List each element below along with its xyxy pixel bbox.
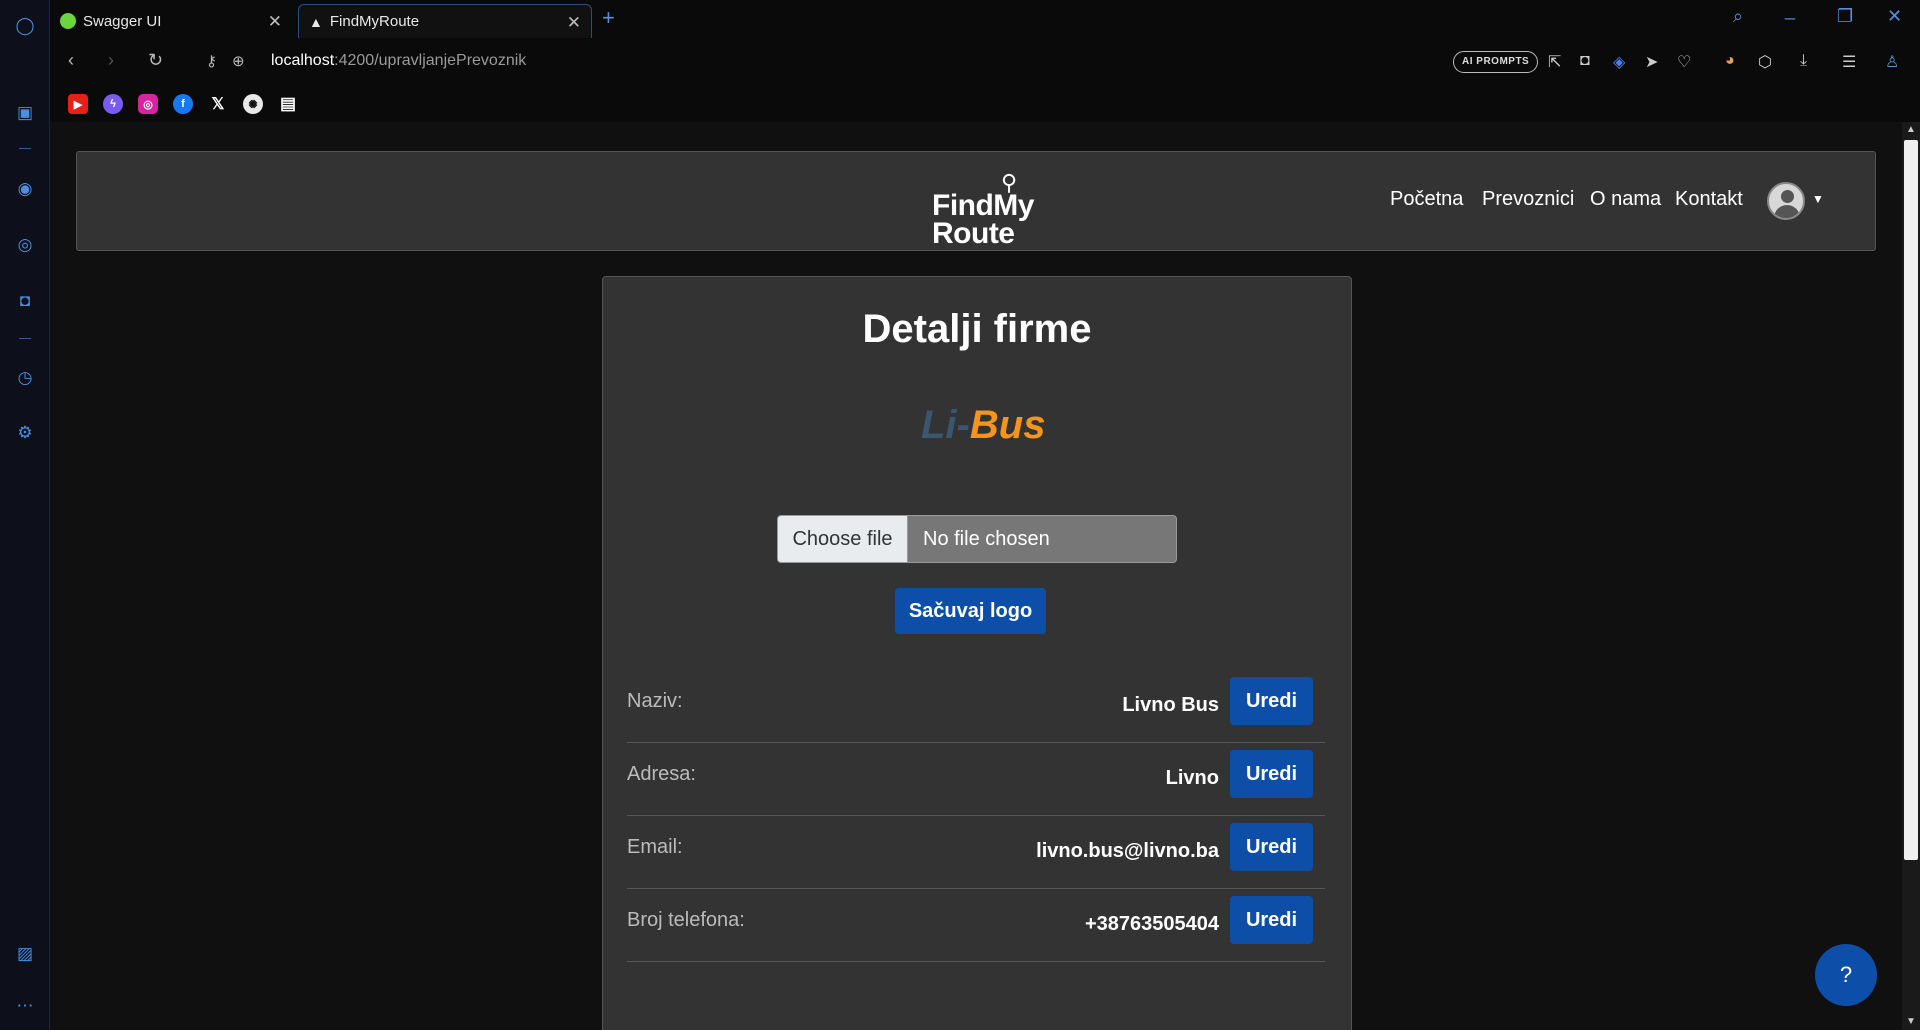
more-options-icon[interactable]: ⋯ <box>13 994 37 1018</box>
gallery-icon[interactable]: ▨ <box>13 942 37 966</box>
opera-logo-icon[interactable]: ◯ <box>13 14 37 38</box>
scroll-down-arrow-icon[interactable]: ▼ <box>1906 1016 1916 1027</box>
nav-link-kontakt[interactable]: Kontakt <box>1675 188 1743 211</box>
profile-avatar-icon[interactable]: ◕ <box>1725 52 1735 70</box>
page-scrollbar[interactable]: ▲ ▼ <box>1902 122 1920 1030</box>
dropdown-caret-icon[interactable]: ▼ <box>1812 192 1824 206</box>
save-logo-button[interactable]: Sačuvaj logo <box>895 588 1046 634</box>
site-info-key-icon[interactable]: ⚷ <box>206 52 217 70</box>
chatgpt-bookmark-icon[interactable]: ✺ <box>243 94 263 114</box>
field-row-naziv: Naziv: Livno Bus Uredi <box>627 670 1325 743</box>
scroll-up-arrow-icon[interactable]: ▲ <box>1906 124 1916 135</box>
address-bar: ‹ › ↻ ⚷ ⊕ localhost:4200/upravljanjePrev… <box>50 38 1920 86</box>
tab-title: FindMyRoute <box>329 13 420 30</box>
edit-telefon-button[interactable]: Uredi <box>1230 896 1313 944</box>
swagger-favicon-icon <box>60 13 76 29</box>
tab-title: Swagger UI <box>83 12 162 30</box>
reload-icon[interactable]: ↻ <box>148 50 163 71</box>
field-label: Naziv: <box>627 690 683 712</box>
forward-arrow-icon[interactable]: › <box>108 50 114 71</box>
url-field[interactable]: localhost:4200/upravljanjePrevoznik <box>271 52 526 70</box>
whatsapp-icon[interactable]: ◎ <box>13 233 37 257</box>
edit-naziv-button[interactable]: Uredi <box>1230 677 1313 725</box>
send-icon[interactable]: ➤ <box>1645 52 1658 72</box>
youtube-bookmark-icon[interactable]: ▶ <box>68 94 88 114</box>
scrollbar-thumb[interactable] <box>1904 140 1918 860</box>
easy-setup-icon[interactable]: ☰ <box>1842 52 1856 72</box>
close-tab-icon[interactable]: ✕ <box>567 13 581 33</box>
field-label: Broj telefona: <box>627 909 745 931</box>
settings-gear-icon[interactable]: ⚙ <box>13 421 37 445</box>
page-content: ⚲ FindMy Route Početna Prevoznici O nama… <box>50 122 1902 1030</box>
company-details-card: Detalji firme Li-Bus Choose file No file… <box>602 276 1352 1030</box>
nav-link-o-nama[interactable]: O nama <box>1590 188 1661 211</box>
company-logo: Li-Bus <box>921 403 1045 448</box>
facebook-bookmark-icon[interactable]: f <box>173 94 193 114</box>
logo-part-li: Li- <box>921 403 970 447</box>
field-value: Livno Bus <box>1122 694 1219 716</box>
history-icon[interactable]: ◷ <box>13 366 37 390</box>
messenger-icon[interactable]: ◉ <box>13 177 37 201</box>
ai-prompts-button[interactable]: AI PROMPTS <box>1453 51 1539 73</box>
brand-line2: Route <box>932 217 1015 250</box>
account-icon[interactable]: ♙ <box>1885 52 1899 72</box>
avatar-head <box>1781 190 1794 203</box>
close-window-icon[interactable]: ✕ <box>1887 6 1902 27</box>
card-title: Detalji firme <box>862 307 1092 351</box>
download-icon[interactable]: ⤓ <box>1800 52 1807 70</box>
instagram-icon[interactable]: ◘ <box>13 289 37 313</box>
tab-findmyroute[interactable]: ▲ FindMyRoute ✕ <box>298 4 592 38</box>
x-bookmark-icon[interactable]: 𝕏 <box>208 94 228 114</box>
extensions-cube-icon[interactable]: ⬡ <box>1758 52 1772 72</box>
search-tabs-icon[interactable]: ⌕ <box>1733 6 1743 27</box>
field-row-broj-telefona: Broj telefona: +38763505404 Uredi <box>627 889 1325 962</box>
heart-icon[interactable]: ♡ <box>1677 52 1691 72</box>
findmyroute-logo[interactable]: ⚲ FindMy Route <box>928 164 1038 249</box>
field-value: livno.bus@livno.ba <box>1036 840 1219 862</box>
sidebar-separator <box>19 338 31 339</box>
logo-file-input[interactable]: Choose file No file chosen <box>777 515 1177 563</box>
new-tab-plus-icon[interactable]: + <box>602 5 615 31</box>
avatar-body <box>1774 205 1800 218</box>
instagram-bookmark-icon[interactable]: ◎ <box>138 94 158 114</box>
nav-link-prevoznici[interactable]: Prevoznici <box>1482 188 1574 211</box>
share-icon[interactable]: ⇱ <box>1548 52 1561 72</box>
user-avatar[interactable] <box>1767 182 1805 220</box>
globe-icon[interactable]: ⊕ <box>232 52 245 70</box>
shield-icon[interactable]: ◈ <box>1613 52 1625 72</box>
choose-file-button[interactable]: Choose file <box>778 516 908 562</box>
restore-window-icon[interactable]: ❐ <box>1837 6 1853 27</box>
bookmarks-bar: ▶ ϟ ◎ f 𝕏 ✺ ▤ <box>50 86 1920 122</box>
document-bookmark-icon[interactable]: ▤ <box>278 94 298 114</box>
field-value: +38763505404 <box>1084 913 1219 935</box>
file-status-text: No file chosen <box>923 528 1050 550</box>
close-tab-icon[interactable]: ✕ <box>268 12 282 32</box>
tab-swagger-ui[interactable]: Swagger UI ✕ <box>50 4 292 38</box>
field-row-email: Email: livno.bus@livno.ba Uredi <box>627 816 1325 889</box>
field-row-adresa: Adresa: Livno Uredi <box>627 743 1325 816</box>
field-value: Livno <box>1165 767 1219 789</box>
angular-favicon-icon: ▲ <box>309 13 323 30</box>
tab-bar: Swagger UI ✕ ▲ FindMyRoute ✕ + ⌕ _ ❐ ✕ <box>50 0 1920 38</box>
browser-sidebar: ◯ ▣ ◉ ◎ ◘ ◷ ⚙ ▨ ⋯ <box>0 0 50 1030</box>
logo-part-bus: Bus <box>969 403 1046 447</box>
edit-adresa-button[interactable]: Uredi <box>1230 750 1313 798</box>
field-label: Email: <box>627 836 683 858</box>
camera-icon[interactable]: ◘ <box>1580 52 1590 70</box>
nav-link-pocetna[interactable]: Početna <box>1390 188 1463 211</box>
field-label: Adresa: <box>627 763 696 785</box>
url-host: localhost <box>271 52 335 69</box>
edit-email-button[interactable]: Uredi <box>1230 823 1313 871</box>
help-button[interactable]: ? <box>1815 944 1877 1006</box>
messenger-bookmark-icon[interactable]: ϟ <box>103 94 123 114</box>
back-arrow-icon[interactable]: ‹ <box>68 50 74 71</box>
minimize-window-icon[interactable]: _ <box>1785 0 1795 21</box>
url-path: :4200/upravljanjePrevoznik <box>334 52 527 69</box>
brand-line1: FindMy <box>932 189 1035 222</box>
sidebar-separator <box>19 148 31 149</box>
workspaces-icon[interactable]: ▣ <box>13 101 37 125</box>
site-navbar: ⚲ FindMy Route Početna Prevoznici O nama… <box>76 151 1876 251</box>
